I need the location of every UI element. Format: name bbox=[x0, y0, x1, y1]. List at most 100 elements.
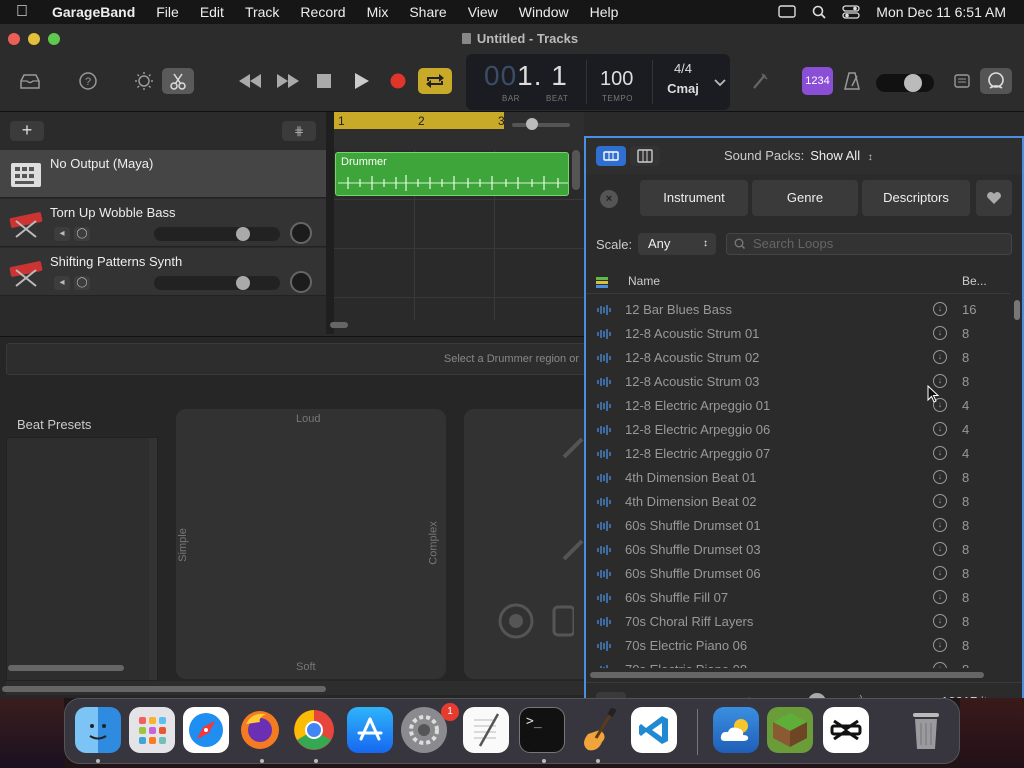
trash-icon[interactable] bbox=[903, 707, 949, 753]
lcd-display[interactable]: 001. 1 BAR BEAT 100 TEMPO 4/4 Cmaj bbox=[466, 54, 730, 110]
download-icon[interactable]: ↓ bbox=[933, 542, 947, 556]
tempo-value[interactable]: 100 bbox=[600, 68, 633, 91]
pan-knob[interactable] bbox=[290, 271, 312, 293]
loop-row[interactable]: 60s Shuffle Drumset 01 ↓ 8 bbox=[586, 514, 1010, 538]
loop-row[interactable]: 12-8 Acoustic Strum 01 ↓ 8 bbox=[586, 322, 1010, 346]
track-name[interactable]: No Output (Maya) bbox=[50, 156, 153, 171]
download-icon[interactable]: ↓ bbox=[933, 350, 947, 364]
tuner-icon[interactable] bbox=[746, 68, 774, 94]
ruler[interactable]: 1 2 3 bbox=[334, 112, 584, 154]
menu-edit[interactable]: Edit bbox=[200, 4, 224, 20]
download-icon[interactable]: ↓ bbox=[933, 518, 947, 532]
loop-row[interactable]: 70s Electric Piano 06 ↓ 8 bbox=[586, 634, 1010, 658]
track-row[interactable]: Torn Up Wobble Bass ◂ ◯ bbox=[0, 199, 326, 247]
terminal-icon[interactable]: >_ bbox=[519, 707, 565, 753]
drum-kit-pad[interactable] bbox=[464, 409, 584, 679]
loop-row[interactable]: 12 Bar Blues Bass ↓ 16 bbox=[586, 298, 1010, 322]
menu-record[interactable]: Record bbox=[300, 4, 345, 20]
fast-forward-icon[interactable] bbox=[274, 68, 302, 94]
download-icon[interactable]: ↓ bbox=[933, 662, 947, 668]
download-icon[interactable]: ↓ bbox=[933, 326, 947, 340]
loop-row[interactable]: 70s Electric Piano 08 ↓ 8 bbox=[586, 658, 1010, 668]
chrome-icon[interactable] bbox=[291, 707, 337, 753]
download-icon[interactable]: ↓ bbox=[933, 470, 947, 484]
download-icon[interactable]: ↓ bbox=[933, 494, 947, 508]
presets-scrollbar[interactable] bbox=[149, 438, 157, 680]
volume-knob[interactable] bbox=[236, 227, 250, 241]
menu-help[interactable]: Help bbox=[590, 4, 619, 20]
vscode-icon[interactable] bbox=[631, 707, 677, 753]
menu-view[interactable]: View bbox=[468, 4, 498, 20]
filter-instrument[interactable]: Instrument bbox=[640, 180, 748, 216]
menu-share[interactable]: Share bbox=[409, 4, 446, 20]
headphones-solo-icon[interactable]: ◯ bbox=[74, 227, 90, 241]
horizontal-zoom-slider[interactable] bbox=[512, 118, 570, 130]
loop-list-scroll-thumb[interactable] bbox=[1014, 300, 1020, 320]
loop-row[interactable]: 12-8 Electric Arpeggio 06 ↓ 4 bbox=[586, 418, 1010, 442]
track-volume-slider[interactable] bbox=[154, 227, 280, 241]
weather-icon[interactable] bbox=[713, 707, 759, 753]
metronome-icon[interactable] bbox=[838, 68, 866, 94]
master-volume-knob[interactable] bbox=[904, 74, 922, 92]
download-icon[interactable]: ↓ bbox=[933, 614, 947, 628]
textedit-icon[interactable] bbox=[463, 707, 509, 753]
filter-descriptors[interactable]: Descriptors bbox=[862, 180, 970, 216]
menu-track[interactable]: Track bbox=[245, 4, 279, 20]
track-row[interactable]: Shifting Patterns Synth ◂ ◯ bbox=[0, 248, 326, 296]
app-store-icon[interactable] bbox=[347, 707, 393, 753]
menu-mix[interactable]: Mix bbox=[367, 4, 389, 20]
launchpad-icon[interactable] bbox=[129, 707, 175, 753]
color-column-icon[interactable] bbox=[596, 276, 608, 288]
editor-horizontal-scrollbar[interactable] bbox=[2, 686, 326, 692]
count-in-button[interactable]: 1234 bbox=[802, 67, 833, 95]
loud-soft-simple-complex-pad[interactable]: Loud Soft Simple Complex bbox=[176, 409, 446, 679]
master-volume-slider[interactable] bbox=[876, 74, 934, 92]
scale-selector[interactable]: Any ↕ bbox=[638, 233, 716, 255]
loop-row[interactable]: 12-8 Acoustic Strum 02 ↓ 8 bbox=[586, 346, 1010, 370]
track-name[interactable]: Torn Up Wobble Bass bbox=[50, 205, 176, 220]
column-view-icon[interactable] bbox=[630, 146, 660, 166]
menu-app-name[interactable]: GarageBand bbox=[52, 4, 135, 20]
timeline-horizontal-scrollbar[interactable] bbox=[330, 322, 348, 328]
tracks-timeline[interactable]: Drummer bbox=[330, 150, 584, 328]
control-center-icon[interactable] bbox=[842, 5, 860, 19]
loop-list-horizontal-scrollbar[interactable] bbox=[590, 672, 984, 678]
smart-controls-icon[interactable] bbox=[130, 68, 158, 94]
mute-icon[interactable]: ◂ bbox=[54, 276, 70, 290]
track-name[interactable]: Shifting Patterns Synth bbox=[50, 254, 182, 269]
cycle-toggle-icon[interactable] bbox=[418, 68, 452, 94]
library-icon[interactable] bbox=[16, 68, 44, 94]
rewind-icon[interactable] bbox=[236, 68, 264, 94]
presets-horizontal-scrollbar[interactable] bbox=[8, 665, 124, 671]
filter-genre[interactable]: Genre bbox=[752, 180, 858, 216]
search-loops-field[interactable]: Search Loops bbox=[726, 233, 1012, 255]
apple-menu-icon[interactable]:  bbox=[16, 3, 38, 21]
timeline-vertical-scrollbar[interactable] bbox=[572, 150, 580, 190]
minecraft-icon[interactable] bbox=[767, 707, 813, 753]
spotlight-search-icon[interactable] bbox=[812, 5, 826, 19]
mute-icon[interactable]: ◂ bbox=[54, 227, 70, 241]
loop-row[interactable]: 70s Choral Riff Layers ↓ 8 bbox=[586, 610, 1010, 634]
button-view-icon[interactable] bbox=[596, 146, 626, 166]
drummer-region[interactable]: Drummer bbox=[335, 152, 569, 196]
garageband-icon[interactable] bbox=[573, 707, 619, 753]
download-icon[interactable]: ↓ bbox=[933, 566, 947, 580]
loop-row[interactable]: 12-8 Electric Arpeggio 01 ↓ 4 bbox=[586, 394, 1010, 418]
reset-filters-icon[interactable]: × bbox=[600, 190, 618, 208]
download-icon[interactable]: ↓ bbox=[933, 638, 947, 652]
pan-knob[interactable] bbox=[290, 222, 312, 244]
loop-row[interactable]: 12-8 Acoustic Strum 03 ↓ 8 bbox=[586, 370, 1010, 394]
menu-file[interactable]: File bbox=[156, 4, 179, 20]
stop-icon[interactable] bbox=[310, 68, 338, 94]
editors-scissors-icon[interactable] bbox=[162, 68, 194, 94]
loop-list-scrollbar[interactable] bbox=[1014, 298, 1020, 668]
loop-row[interactable]: 4th Dimension Beat 02 ↓ 8 bbox=[586, 490, 1010, 514]
sound-packs-selector[interactable]: Sound Packs: Show All ↕ bbox=[724, 148, 873, 163]
screen-mirroring-icon[interactable] bbox=[778, 5, 796, 19]
loop-row[interactable]: 12-8 Electric Arpeggio 07 ↓ 4 bbox=[586, 442, 1010, 466]
system-settings-icon[interactable] bbox=[401, 707, 447, 753]
download-icon[interactable]: ↓ bbox=[933, 302, 947, 316]
column-name-header[interactable]: Name bbox=[628, 274, 660, 288]
loop-browser-icon[interactable] bbox=[980, 68, 1012, 94]
loop-row[interactable]: 60s Shuffle Drumset 03 ↓ 8 bbox=[586, 538, 1010, 562]
